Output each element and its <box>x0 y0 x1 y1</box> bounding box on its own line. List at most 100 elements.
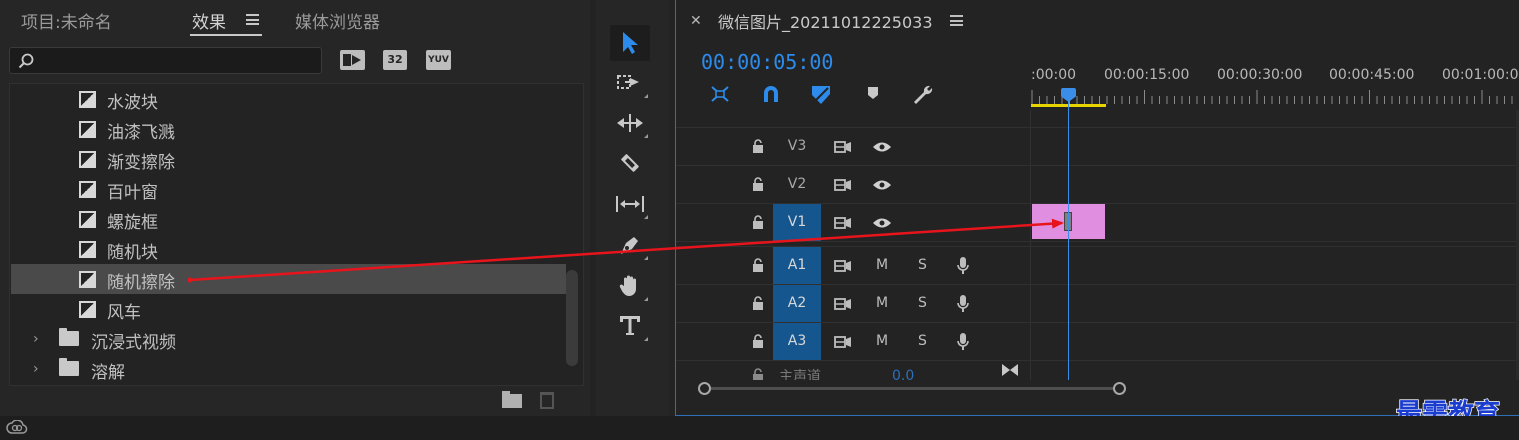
mute-button[interactable]: M <box>876 257 888 273</box>
effects-list: 水波块 油漆飞溅 渐变擦除 百叶窗 螺旋框 随机块 随机擦除 风车 › 沉浸式视… <box>9 83 584 386</box>
lock-icon[interactable] <box>752 258 764 272</box>
lock-icon[interactable] <box>752 139 764 153</box>
sync-lock-icon[interactable] <box>834 297 852 311</box>
transition-preset-icon <box>79 181 96 198</box>
selection-tool[interactable] <box>610 25 650 61</box>
linked-selection-icon[interactable] <box>810 84 832 106</box>
transition-preset-icon <box>79 271 96 288</box>
32bit-filter-badge[interactable]: 32 <box>383 50 407 70</box>
snap-magnet-icon[interactable] <box>761 84 781 104</box>
folder-icon <box>59 358 79 376</box>
mic-icon[interactable] <box>956 294 970 314</box>
chevron-right-icon[interactable]: › <box>33 361 39 377</box>
panel-menu-icon[interactable] <box>246 14 259 25</box>
zoom-scrollbar[interactable] <box>698 380 1126 396</box>
track-target-a1[interactable]: A1 <box>773 247 821 284</box>
yuv-filter-badge[interactable]: YUV <box>426 50 451 70</box>
hand-tool[interactable] <box>610 268 650 304</box>
track-target-v1[interactable]: V1 <box>773 204 821 241</box>
ripple-edit-icon <box>617 114 643 132</box>
transition-preset-icon <box>79 151 96 168</box>
zoom-scroll-track[interactable] <box>706 387 1118 390</box>
list-item[interactable]: 水波块 <box>11 84 566 114</box>
track-target-a3[interactable]: A3 <box>773 323 821 360</box>
sync-lock-icon[interactable] <box>834 178 852 192</box>
effects-search-input[interactable] <box>9 47 322 74</box>
creative-cloud-icon[interactable] <box>6 420 28 436</box>
zoom-handle-left[interactable] <box>698 382 711 395</box>
list-scrollbar[interactable] <box>566 270 578 366</box>
sequence-tab-title[interactable]: 微信图片_20211012225033 <box>718 9 933 33</box>
list-item-selected[interactable]: 随机擦除 <box>11 264 566 294</box>
list-item[interactable]: 风车 <box>11 294 566 324</box>
lock-icon[interactable] <box>752 368 764 380</box>
lock-icon[interactable] <box>752 296 764 310</box>
track-select-tool[interactable] <box>610 65 650 101</box>
type-tool[interactable] <box>610 308 650 344</box>
folder-item[interactable]: › 沉浸式视频 <box>11 324 566 354</box>
track-target-a2[interactable]: A2 <box>773 285 821 322</box>
timeline-panel: ✕ 微信图片_20211012225033 00:00:05:00 :00:00… <box>675 0 1519 416</box>
list-item-label: 螺旋框 <box>107 213 158 233</box>
close-icon[interactable]: ✕ <box>690 13 702 29</box>
tab-effects[interactable]: 效果 <box>192 8 226 33</box>
eye-icon[interactable] <box>872 179 892 191</box>
slip-tool[interactable] <box>610 186 650 222</box>
arrow-cursor-icon <box>623 32 638 54</box>
folder-item[interactable]: › 溶解 <box>11 354 566 384</box>
sync-lock-icon[interactable] <box>834 335 852 349</box>
insert-nest-icon[interactable] <box>709 84 731 104</box>
solo-button[interactable]: S <box>918 257 927 273</box>
effects-panel: 项目:未命名 效果 媒体浏览器 32 YUV 水波块 油漆飞溅 渐变擦除 百叶窗 <box>0 0 590 416</box>
ruler-label: 00:00:30:00 <box>1217 67 1303 83</box>
list-item[interactable]: 螺旋框 <box>11 204 566 234</box>
eye-icon[interactable] <box>872 217 892 229</box>
sync-lock-icon[interactable] <box>834 259 852 273</box>
bowtie-icon[interactable] <box>1001 363 1019 377</box>
tab-media-browser[interactable]: 媒体浏览器 <box>295 8 380 33</box>
wrench-icon[interactable] <box>912 84 934 106</box>
mute-button[interactable]: M <box>876 295 888 311</box>
mic-icon[interactable] <box>956 332 970 352</box>
lock-icon[interactable] <box>752 177 764 191</box>
transition-preset-icon <box>79 91 96 108</box>
video-track-header: V2 <box>676 166 1031 204</box>
lock-icon[interactable] <box>752 215 764 229</box>
accelerated-effects-icon[interactable] <box>340 50 365 70</box>
mic-icon[interactable] <box>956 256 970 276</box>
sync-lock-icon[interactable] <box>834 140 852 154</box>
list-item[interactable]: 油漆飞溅 <box>11 114 566 144</box>
razor-icon <box>621 154 639 172</box>
ripple-edit-tool[interactable] <box>610 105 650 141</box>
list-item[interactable]: 百叶窗 <box>11 174 566 204</box>
transition-preset-icon <box>79 241 96 258</box>
master-volume-value[interactable]: 0.0 <box>892 368 914 380</box>
list-item[interactable]: 渐变擦除 <box>11 144 566 174</box>
solo-button[interactable]: S <box>918 295 927 311</box>
list-item-label: 油漆飞溅 <box>107 123 175 143</box>
track-target-v3[interactable]: V3 <box>773 128 821 165</box>
mute-button[interactable]: M <box>876 333 888 349</box>
sync-lock-icon[interactable] <box>834 216 852 230</box>
trash-icon[interactable] <box>540 392 554 409</box>
razor-tool[interactable] <box>610 145 650 181</box>
list-item[interactable]: 随机块 <box>11 234 566 264</box>
list-item-label: 水波块 <box>107 93 158 113</box>
tab-project[interactable]: 项目:未命名 <box>21 8 112 33</box>
active-tab-underline <box>190 34 262 36</box>
folder-label: 沉浸式视频 <box>91 333 176 353</box>
time-ruler[interactable] <box>1031 90 1519 104</box>
lock-icon[interactable] <box>752 334 764 348</box>
add-marker-icon[interactable] <box>866 84 880 102</box>
eye-icon[interactable] <box>872 141 892 153</box>
chevron-right-icon[interactable]: › <box>33 331 39 347</box>
playhead-timecode[interactable]: 00:00:05:00 <box>701 50 833 74</box>
pen-tool[interactable] <box>610 227 650 263</box>
zoom-handle-right[interactable] <box>1113 382 1126 395</box>
sequence-menu-icon[interactable] <box>950 15 963 26</box>
new-bin-icon[interactable] <box>502 391 522 408</box>
track-target-v2[interactable]: V2 <box>773 166 821 203</box>
audio-track-header: A2 M S <box>676 285 1031 323</box>
solo-button[interactable]: S <box>918 333 927 349</box>
audio-track-header: A1 M S <box>676 247 1031 285</box>
